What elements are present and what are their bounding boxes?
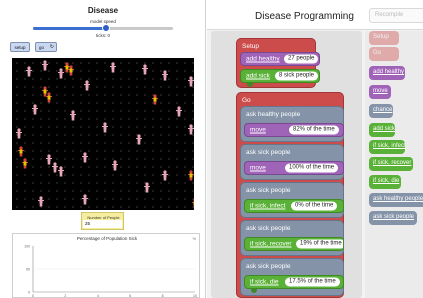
block-palette: Setup Go add healthy move chance add sick if s…	[365, 31, 423, 298]
move-label-1: move	[250, 126, 266, 134]
ask-sick-label-2: ask sick people	[246, 187, 291, 194]
sick-person-icon	[18, 146, 24, 157]
palette-block-if-sick-infect[interactable]: if sick, infect	[369, 140, 406, 154]
move-value-1[interactable]: 82% of the time	[289, 125, 339, 135]
go-button[interactable]: go ↻	[35, 42, 57, 52]
setup-button[interactable]: setup	[10, 42, 30, 52]
healthy-person-icon	[58, 166, 64, 177]
palette-block-ask-sick-people[interactable]: ask sick people	[369, 211, 417, 225]
palette-block-if-sick-die[interactable]: if sick, die	[369, 175, 401, 189]
add-sick-block[interactable]: add sick 8 sick people	[240, 69, 320, 83]
palette-block-setup[interactable]: Setup	[369, 31, 399, 45]
add-sick-label: add sick	[246, 72, 270, 80]
plot-y-tick: 0	[28, 291, 30, 295]
add-healthy-block[interactable]: add healthy 27 people	[240, 52, 320, 66]
speed-slider-fill	[33, 27, 106, 30]
forever-loop-icon: ↻	[49, 44, 54, 50]
palette-block-add-healthy[interactable]: add healthy	[369, 66, 405, 80]
healthy-person-icon	[82, 152, 88, 163]
palette-block-go[interactable]: Go	[369, 47, 399, 61]
infect-block[interactable]: if sick, infect 0% of the time	[244, 199, 344, 213]
die-label: if sick, die	[250, 278, 279, 286]
healthy-person-icon	[84, 80, 90, 91]
healthy-person-icon	[188, 124, 194, 135]
palette-block-if-sick-recover[interactable]: if sick, recover	[369, 157, 413, 171]
infect-value[interactable]: 0% of the time	[291, 201, 338, 211]
ask-sick-label-1: ask sick people	[246, 149, 291, 156]
sick-person-icon	[22, 158, 28, 169]
healthy-person-icon	[102, 122, 108, 133]
die-block[interactable]: if sick, die 17.5% of the time	[244, 275, 344, 289]
plot-x-tick: 2	[64, 294, 66, 298]
move-block-1[interactable]: move 82% of the time	[244, 123, 344, 137]
plot-x-tick: 8	[162, 294, 164, 298]
healthy-person-icon	[38, 196, 44, 207]
plot-x-tick: 6	[129, 294, 131, 298]
healthy-person-icon	[162, 170, 168, 181]
add-sick-value[interactable]: 8 sick people	[275, 71, 319, 81]
move-label-2: move	[250, 164, 266, 172]
healthy-person-icon	[112, 160, 118, 171]
go-block-label: Go	[242, 97, 251, 104]
move-block-2[interactable]: move 100% of the time	[244, 161, 344, 175]
healthy-person-icon	[58, 68, 64, 79]
editor-panel: Disease Programming Recompile Setup add …	[207, 0, 423, 298]
plot-canvas: 100 50 00 2 4 6 8 10	[24, 245, 197, 298]
healthy-person-icon	[46, 154, 52, 165]
die-value[interactable]: 17.5% of the time	[285, 277, 340, 287]
healthy-person-icon	[16, 128, 22, 139]
palette-block-move[interactable]: move	[369, 85, 391, 99]
infect-label: if sick, infect	[250, 202, 286, 210]
healthy-person-icon	[70, 110, 76, 121]
plot-x-tick: 0	[32, 294, 34, 298]
ask-sick-label-4: ask sick people	[246, 263, 291, 270]
healthy-person-icon	[188, 76, 194, 87]
speed-slider-handle[interactable]	[101, 24, 110, 32]
ticks-readout: ticks: 0	[95, 33, 110, 38]
workspace[interactable]: Setup add healthy 27 people add sick 8 s…	[207, 31, 364, 298]
recover-block[interactable]: if sick, recover 19% of the time	[244, 237, 344, 251]
add-healthy-label: add healthy	[246, 55, 280, 63]
people-monitor: Number of People 25	[81, 212, 124, 230]
world-view[interactable]	[12, 58, 194, 210]
add-healthy-value[interactable]: 27 people	[284, 54, 319, 64]
palette-block-chance[interactable]: chance	[369, 104, 393, 118]
palette-block-add-sick[interactable]: add sick	[369, 123, 395, 137]
healthy-person-icon	[162, 70, 168, 81]
healthy-person-icon	[26, 66, 32, 77]
plot-y-tick: 50	[26, 268, 30, 272]
recompile-button[interactable]: Recompile	[369, 8, 423, 23]
plot-x-tick: 10	[193, 294, 197, 298]
speed-label: model speed	[90, 19, 116, 24]
go-button-label: go	[39, 45, 45, 50]
monitor-value: 25	[83, 220, 122, 228]
healthy-person-icon	[32, 104, 38, 115]
recover-value[interactable]: 19% of the time	[296, 239, 343, 249]
healthy-person-icon	[142, 64, 148, 75]
palette-block-ask-healthy-people[interactable]: ask healthy people	[369, 193, 423, 207]
editor-header: Disease Programming Recompile	[207, 0, 423, 30]
recover-label: if sick, recover	[250, 240, 292, 248]
plot-x-tick: 4	[97, 294, 99, 298]
healthy-person-icon	[110, 62, 116, 73]
healthy-person-icon	[42, 60, 48, 71]
move-value-2[interactable]: 100% of the time	[285, 163, 339, 173]
editor-title: Disease Programming	[255, 11, 354, 22]
model-panel: Disease model speed ticks: 0 setup go ↻ …	[0, 0, 206, 298]
healthy-person-icon	[82, 194, 88, 205]
sick-person-icon	[46, 92, 52, 103]
model-title: Disease	[87, 6, 119, 15]
world-canvas	[16, 60, 194, 209]
sick-person-icon	[42, 86, 48, 97]
sick-plot: Percentage of Population Sick % 100 50 0 0 2…	[12, 233, 200, 298]
app-root: Disease model speed ticks: 0 setup go ↻ …	[0, 0, 423, 298]
setup-block-label: Setup	[242, 43, 259, 50]
ask-healthy-label: ask healthy people	[246, 111, 301, 118]
ask-sick-label-3: ask sick people	[246, 225, 291, 232]
plot-y-tick: 100	[24, 245, 30, 249]
